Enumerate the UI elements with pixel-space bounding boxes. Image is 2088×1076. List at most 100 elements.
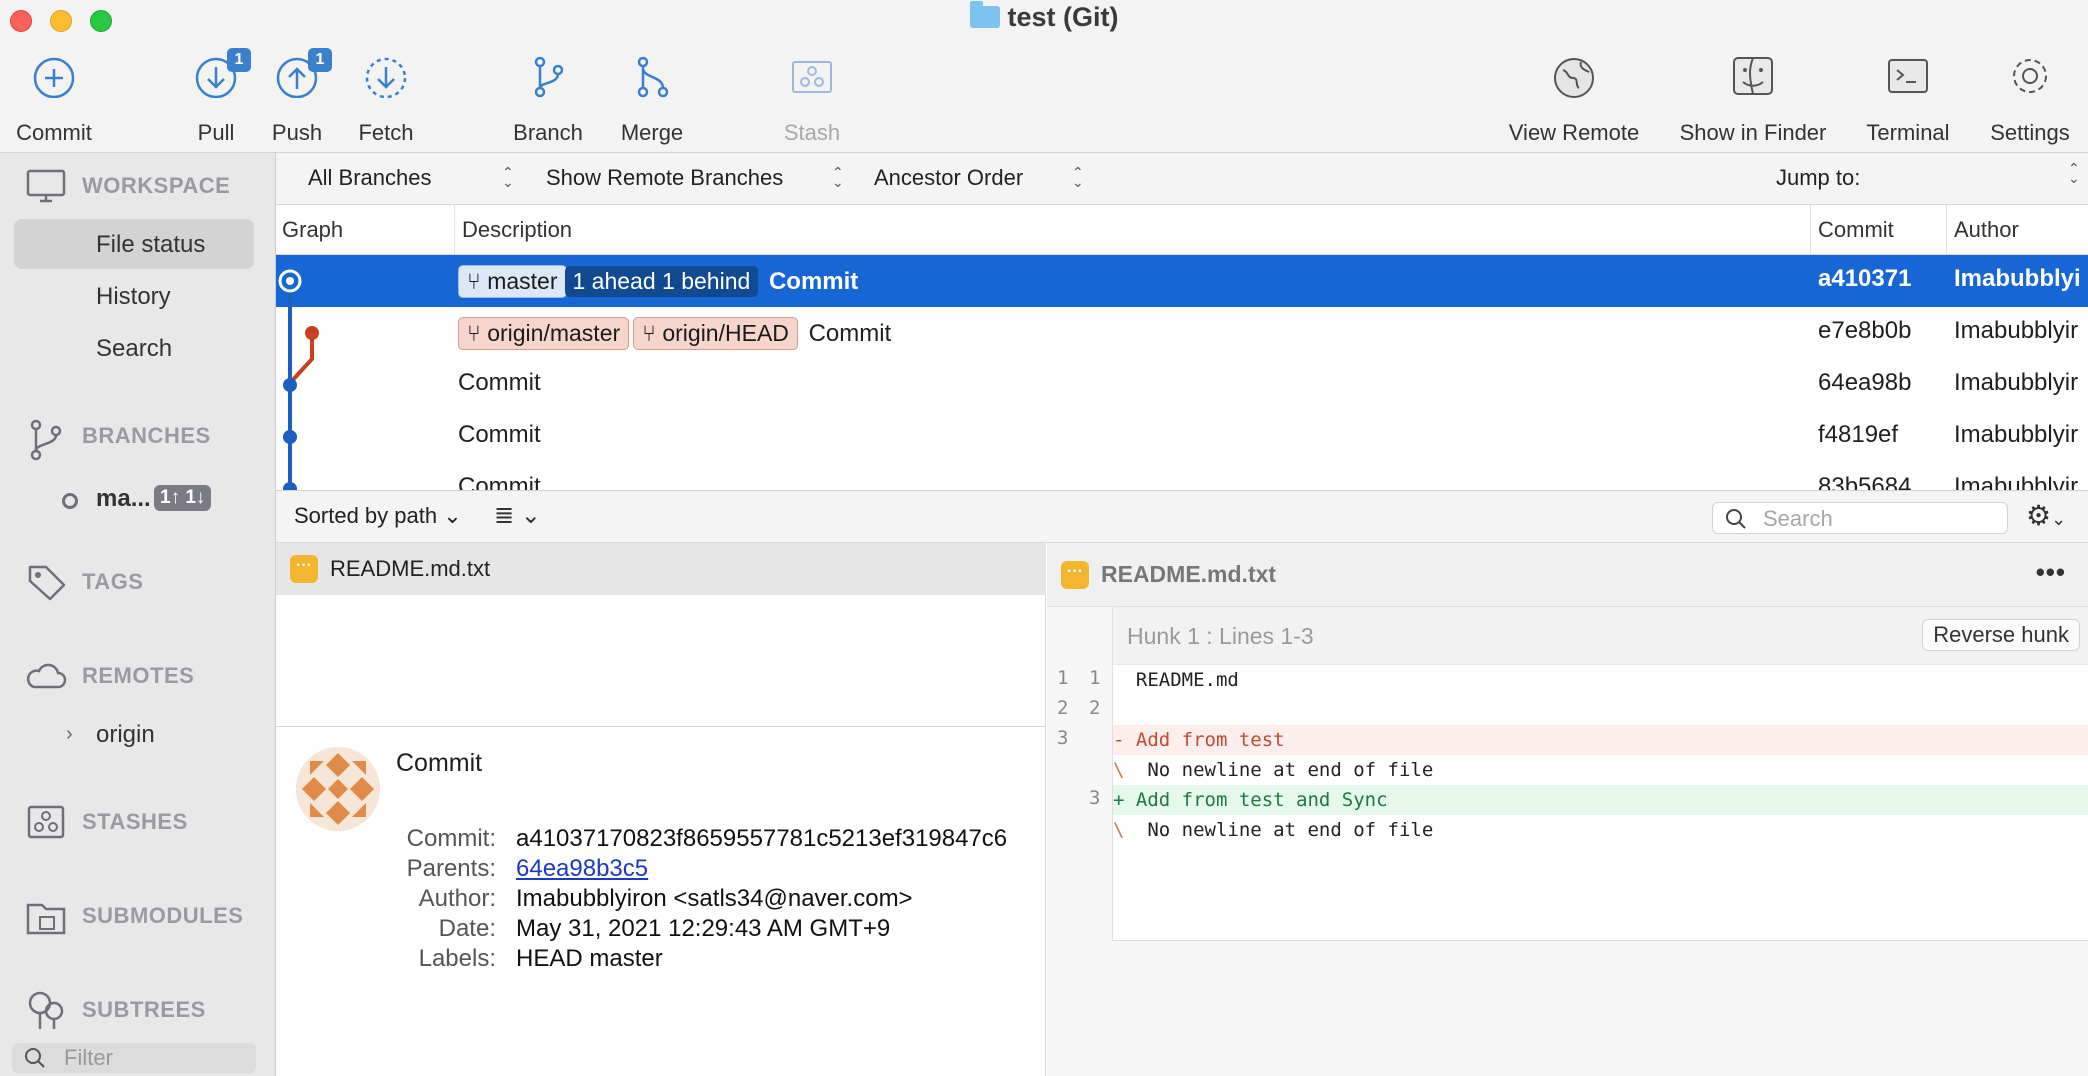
commit-author: Imabubblyi xyxy=(1954,265,2081,292)
window-title: test (Git) xyxy=(0,1,2088,33)
branch-button[interactable]: Branch xyxy=(508,52,588,146)
line-number-gutter xyxy=(1047,607,1113,941)
push-button[interactable]: 1 Push xyxy=(264,48,332,146)
commit-hash: a410371 xyxy=(1818,265,1912,292)
old-line-number: 3 xyxy=(1057,727,1069,749)
sidebar-item-origin[interactable]: origin xyxy=(96,721,155,749)
workspace-header: WORKSPACE xyxy=(24,169,230,203)
branches-dropdown[interactable]: All Branches xyxy=(308,165,432,191)
commit-button[interactable]: Commit xyxy=(14,52,94,146)
branch-name: ma... xyxy=(96,485,151,512)
cloud-icon xyxy=(24,657,68,697)
column-divider[interactable] xyxy=(1810,205,1811,255)
changed-files-list: README.md.txt xyxy=(276,543,1046,727)
diff-line: README.md xyxy=(1113,669,1239,691)
parent-hash-link[interactable]: 64ea98b3c5 xyxy=(516,855,648,883)
merge-button[interactable]: Merge xyxy=(614,52,690,146)
list-icon: ≣ xyxy=(494,502,515,529)
list-item[interactable]: README.md.txt xyxy=(276,543,1046,595)
terminal-button[interactable]: Terminal xyxy=(1860,52,1956,146)
commit-row[interactable]: Commit 64ea98b Imabubblyir xyxy=(276,359,2088,411)
diff-line xyxy=(1113,695,2088,725)
new-line-number: 1 xyxy=(1089,667,1101,689)
commit-graph xyxy=(278,269,319,490)
branch-tag-master: ⑂ master xyxy=(458,265,567,298)
fetch-button[interactable]: Fetch xyxy=(352,52,420,146)
commit-hash: e7e8b0b xyxy=(1818,317,1912,344)
commit-row[interactable]: Commit 83b5684 Imabubblyir xyxy=(276,463,2088,491)
commit-message: Commit xyxy=(768,268,859,295)
terminal-icon xyxy=(1885,52,1931,98)
gear-menu-button[interactable]: ⚙⌄ xyxy=(2026,499,2066,532)
column-divider[interactable] xyxy=(454,205,455,255)
sidebar-branch-master[interactable]: ma... 1↑ 1↓ xyxy=(62,483,262,519)
tags-header[interactable]: TAGS xyxy=(24,565,143,601)
commit-row[interactable]: ⑂ origin/master ⑂ origin/HEAD Commit e7e8… xyxy=(276,307,2088,359)
diff-line-no-newline: \ No newline at end of file xyxy=(1113,759,1434,781)
column-description[interactable]: Description xyxy=(462,217,572,243)
pull-badge: 1 xyxy=(227,48,251,72)
search-icon xyxy=(24,1047,46,1074)
file-list-toolbar: Sorted by path ⌄ ≣ ⌄ Search ⚙⌄ xyxy=(276,491,2088,543)
order-dropdown[interactable]: Ancestor Order xyxy=(874,165,1023,191)
reverse-hunk-button[interactable]: Reverse hunk xyxy=(1922,619,2080,651)
arrow-up-circle-icon: 1 xyxy=(274,48,332,99)
commit-title: Commit xyxy=(396,749,483,777)
gear-icon: ⚙ xyxy=(2026,500,2052,531)
file-search-input[interactable]: Search xyxy=(1712,502,2008,534)
commit-message: Commit xyxy=(458,369,541,396)
sort-dropdown[interactable]: Sorted by path ⌄ xyxy=(294,503,462,529)
search-icon xyxy=(1725,508,1747,535)
stash-button[interactable]: Stash xyxy=(778,52,846,146)
remote-tag-origin-head: ⑂ origin/HEAD xyxy=(633,317,798,350)
chevron-down-icon: ⌄ xyxy=(2051,509,2067,529)
column-commit[interactable]: Commit xyxy=(1818,217,1894,243)
tree-icon xyxy=(24,991,68,1031)
remotes-header[interactable]: REMOTES xyxy=(24,663,194,689)
column-author[interactable]: Author xyxy=(1954,217,2019,243)
commit-row[interactable]: Commit f4819ef Imabubblyir xyxy=(276,411,2088,463)
tag-icon xyxy=(24,563,68,603)
commit-author: Imabubblyir xyxy=(1954,473,2079,491)
branches-header[interactable]: BRANCHES xyxy=(24,419,211,461)
history-filter-bar: All Branches ⌃ ⌄ Show Remote Branches ⌃ ⌄ … xyxy=(276,153,2088,205)
avatar xyxy=(296,747,380,831)
folder-icon xyxy=(969,1,1000,28)
remote-tag-origin-master: ⑂ origin/master xyxy=(458,317,630,350)
branch-icon xyxy=(24,417,68,461)
sidebar-item-search[interactable]: Search xyxy=(96,335,172,363)
submodules-header[interactable]: SUBMODULES xyxy=(24,903,243,935)
globe-icon xyxy=(1551,52,1597,98)
sidebar-item-history[interactable]: History xyxy=(96,283,171,311)
new-line-number: 2 xyxy=(1089,697,1101,719)
show-in-finder-button[interactable]: Show in Finder xyxy=(1674,52,1832,146)
view-remote-button[interactable]: View Remote xyxy=(1506,52,1642,146)
author-value: Imabubblyiron <satls34@naver.com> xyxy=(516,885,913,912)
more-options-button[interactable]: ••• xyxy=(2036,557,2066,588)
commit-message: Commit xyxy=(808,320,892,347)
chevron-down-icon: ⌄ xyxy=(443,503,462,528)
commit-author: Imabubblyir xyxy=(1954,317,2079,344)
commit-row[interactable]: ⑂ master 1 ahead 1 behind Commit a410371 … xyxy=(276,255,2088,307)
sidebar-filter-field[interactable]: Filter xyxy=(12,1043,256,1073)
submodule-icon xyxy=(24,897,68,937)
sidebar: WORKSPACE File status History Search BRA… xyxy=(0,153,276,1076)
column-graph[interactable]: Graph xyxy=(282,217,343,243)
jump-to-dropdown[interactable]: Jump to: xyxy=(1776,165,1860,191)
remote-branches-dropdown[interactable]: Show Remote Branches xyxy=(546,165,783,191)
column-divider[interactable] xyxy=(1946,205,1947,255)
pull-button[interactable]: 1 Pull xyxy=(184,48,251,146)
stashes-header[interactable]: STASHES xyxy=(24,805,188,839)
chevron-right-icon[interactable]: › xyxy=(66,723,73,746)
chevron-down-icon: ⌄ xyxy=(520,502,541,529)
push-badge: 1 xyxy=(308,48,332,72)
sidebar-item-file-status[interactable]: File status xyxy=(96,231,205,259)
subtrees-header[interactable]: SUBTREES xyxy=(24,991,206,1029)
current-branch-icon xyxy=(62,493,78,509)
stash-icon xyxy=(24,803,68,843)
diff-line-no-newline: \ No newline at end of file xyxy=(1113,819,1434,841)
hunk-header: Hunk 1 : Lines 1-3 Reverse hunk xyxy=(1113,607,2088,665)
list-view-dropdown[interactable]: ≣ ⌄ xyxy=(494,501,541,530)
settings-button[interactable]: Settings xyxy=(1982,52,2078,146)
finder-icon xyxy=(1730,52,1776,98)
